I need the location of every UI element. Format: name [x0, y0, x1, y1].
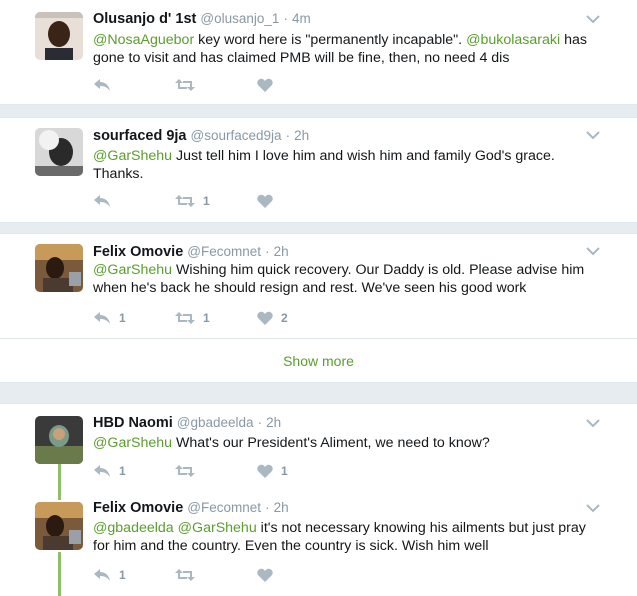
tweet-item[interactable]: Olusanjo d' 1st @olusanjo_1 · 4m @NosaAg…	[0, 0, 637, 104]
like-count: 2	[281, 311, 288, 325]
avatar[interactable]	[35, 502, 83, 550]
retweet-button[interactable]	[175, 75, 203, 95]
mention-link[interactable]: @bukolasaraki	[466, 32, 560, 48]
user-handle[interactable]: @olusanjo_1	[200, 11, 279, 26]
reply-button[interactable]	[93, 191, 119, 211]
user-handle[interactable]: @gbadeelda	[177, 415, 254, 430]
retweet-icon	[175, 465, 195, 477]
separator-dot: ·	[257, 415, 263, 430]
thread-line	[58, 552, 61, 596]
divider	[0, 104, 637, 118]
avatar[interactable]	[35, 416, 83, 464]
tweet-text: @GarShehu Wishing him quick recovery. Ou…	[93, 262, 585, 296]
heart-icon	[257, 194, 273, 208]
heart-icon	[257, 568, 273, 582]
divider	[0, 382, 637, 404]
user-handle[interactable]: @Fecomnet	[187, 500, 261, 515]
like-button[interactable]	[257, 565, 281, 585]
reply-button[interactable]: 1	[93, 565, 126, 585]
retweet-button[interactable]: 1	[175, 191, 210, 211]
display-name[interactable]: HBD Naomi	[93, 415, 173, 431]
separator-dot: ·	[283, 11, 288, 26]
avatar[interactable]	[35, 244, 83, 292]
like-button[interactable]: 1	[257, 461, 288, 481]
timestamp[interactable]: 4m	[292, 11, 311, 26]
tweet-text: @NosaAguebor key word here is "permanent…	[93, 32, 587, 66]
tweet-item[interactable]: sourfaced 9ja @sourfaced9ja · 2h @GarShe…	[0, 118, 637, 222]
separator-dot: ·	[265, 500, 270, 515]
heart-icon	[257, 311, 273, 325]
timestamp[interactable]: 2h	[266, 415, 281, 430]
like-button[interactable]	[257, 191, 281, 211]
tweet-text: @gbadeelda @GarShehu it's not necessary …	[93, 520, 586, 554]
chevron-down-icon[interactable]	[586, 130, 600, 140]
thread-line	[58, 464, 61, 500]
mention-link[interactable]: @GarShehu	[93, 148, 172, 164]
timestamp[interactable]: 2h	[274, 244, 289, 259]
reply-icon	[94, 79, 110, 91]
reply-icon	[94, 465, 110, 477]
tweet-text: @GarShehu Just tell him I love him and w…	[93, 148, 555, 182]
show-more-link[interactable]: Show more	[0, 338, 637, 382]
retweet-icon	[175, 195, 195, 207]
display-name[interactable]: Olusanjo d' 1st	[93, 11, 196, 27]
user-handle[interactable]: @Fecomnet	[187, 244, 261, 259]
mention-link[interactable]: @gbadeelda	[93, 520, 174, 536]
reply-count: 1	[119, 464, 126, 478]
reply-count: 1	[119, 311, 126, 325]
user-handle[interactable]: @sourfaced9ja	[191, 128, 282, 143]
reply-icon	[94, 195, 110, 207]
avatar[interactable]	[35, 128, 83, 176]
avatar[interactable]	[35, 12, 83, 60]
retweet-icon	[175, 79, 195, 91]
retweet-button[interactable]	[175, 461, 203, 481]
reply-button[interactable]: 1	[93, 461, 126, 481]
separator-dot: ·	[285, 128, 291, 143]
like-button[interactable]: 2	[257, 308, 288, 328]
timestamp[interactable]: 2h	[274, 500, 289, 515]
mention-link[interactable]: @GarShehu	[93, 435, 172, 451]
reply-button[interactable]: 1	[93, 308, 126, 328]
mention-link[interactable]: @GarShehu	[178, 520, 257, 536]
chevron-down-icon[interactable]	[586, 418, 600, 428]
retweet-button[interactable]: 1	[175, 308, 210, 328]
divider	[0, 222, 637, 234]
tweet-item[interactable]: Felix Omovie @Fecomnet · 2h @GarShehu Wi…	[0, 234, 637, 338]
display-name[interactable]: Felix Omovie	[93, 244, 183, 260]
like-count: 1	[281, 464, 288, 478]
tweet-text: @GarShehu What's our President's Aliment…	[93, 435, 490, 451]
separator-dot: ·	[265, 244, 270, 259]
reply-icon	[94, 569, 110, 581]
display-name[interactable]: Felix Omovie	[93, 500, 183, 516]
like-button[interactable]	[257, 75, 281, 95]
retweet-count: 1	[203, 194, 210, 208]
mention-link[interactable]: @GarShehu	[93, 262, 172, 278]
retweet-button[interactable]	[175, 565, 203, 585]
mention-link[interactable]: @NosaAguebor	[93, 32, 194, 48]
chevron-down-icon[interactable]	[586, 503, 600, 513]
heart-icon	[257, 464, 273, 478]
reply-count: 1	[119, 568, 126, 582]
retweet-count: 1	[203, 311, 210, 325]
retweet-icon	[175, 569, 195, 581]
reply-icon	[94, 312, 110, 324]
chevron-down-icon[interactable]	[586, 14, 600, 24]
heart-icon	[257, 78, 273, 92]
conversation-group: HBD Naomi @gbadeelda · 2h @GarShehu What…	[0, 404, 637, 596]
retweet-icon	[175, 312, 195, 324]
timestamp[interactable]: 2h	[294, 128, 309, 143]
display-name[interactable]: sourfaced 9ja	[93, 128, 187, 144]
reply-button[interactable]	[93, 75, 119, 95]
chevron-down-icon[interactable]	[586, 246, 600, 256]
